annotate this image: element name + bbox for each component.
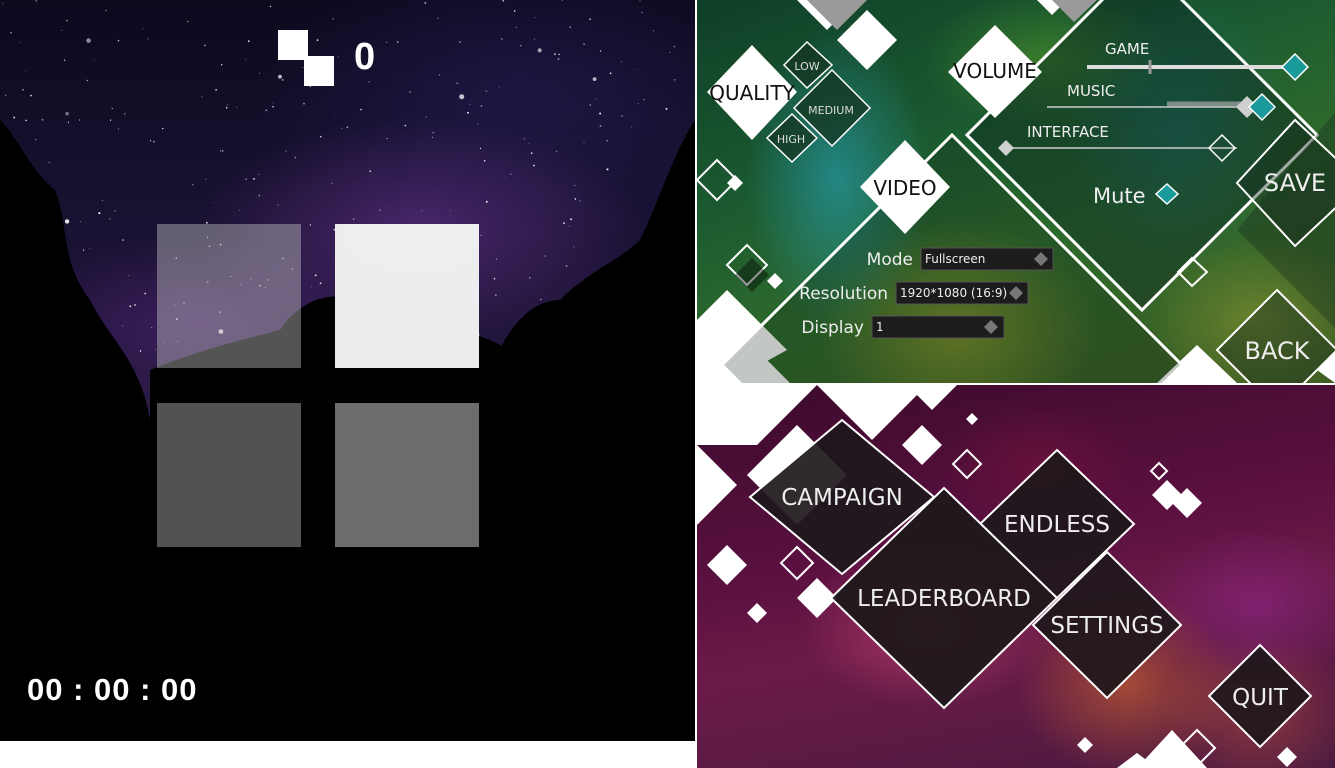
mute-label: Mute [1093, 184, 1146, 208]
game-timer: 00 : 00 : 00 [27, 672, 198, 707]
video-row-resolution[interactable]: Resolution 1920*1080 (16:9) [799, 281, 1029, 305]
endless-button[interactable]: ENDLESS [1004, 512, 1110, 538]
tile-top-left[interactable] [157, 224, 301, 368]
video-resolution-value: 1920*1080 (16:9) [900, 286, 1007, 300]
tree-silhouettes [0, 120, 695, 741]
slider-music-handle[interactable] [1247, 92, 1277, 122]
save-button[interactable]: SAVE [1264, 169, 1326, 197]
video-display-label: Display [801, 318, 864, 338]
tile-bottom-right[interactable] [335, 403, 479, 547]
video-label: VIDEO [873, 176, 936, 200]
slider-interface-handle[interactable] [998, 140, 1014, 156]
slider-interface[interactable]: INTERFACE [998, 123, 1237, 163]
slider-game-label: GAME [1105, 40, 1149, 58]
quality-option-high[interactable]: HIGH [777, 133, 805, 146]
quality-option-medium[interactable]: MEDIUM [808, 104, 854, 117]
tile-top-right[interactable] [335, 224, 479, 368]
menu-quit[interactable]: QUIT [1207, 643, 1313, 749]
video-row-display[interactable]: Display 1 [801, 315, 1005, 339]
slider-interface-label: INTERFACE [1027, 123, 1109, 141]
campaign-button[interactable]: CAMPAIGN [781, 485, 903, 511]
quality-label: QUALITY [709, 81, 795, 105]
settings-button[interactable]: SETTINGS [1050, 613, 1163, 639]
slider-game-handle[interactable] [1280, 52, 1310, 82]
back-button[interactable]: BACK [1245, 337, 1311, 365]
mute-toggle[interactable] [1154, 182, 1180, 206]
score-value: 0 [354, 36, 376, 78]
slider-music-label: MUSIC [1067, 82, 1115, 100]
main-menu-screen: CAMPAIGN ENDLESS LEADERBOARD SETTINGS QU… [697, 385, 1335, 768]
video-mode-label: Mode [867, 250, 913, 270]
leaderboard-button[interactable]: LEADERBOARD [857, 586, 1031, 612]
game-screen: 0 00 : 00 : 00 [0, 0, 695, 741]
video-mode-value: Fullscreen [925, 252, 985, 266]
quality-option-low[interactable]: LOW [794, 60, 819, 73]
quit-button[interactable]: QUIT [1232, 685, 1289, 711]
slider-game[interactable]: GAME [1087, 40, 1310, 82]
settings-screen: QUALITY LOW MEDIUM HIGH VOLUME VIDEO GAM… [697, 0, 1335, 383]
tile-bottom-left[interactable] [157, 403, 301, 547]
tiles-icon [278, 30, 336, 88]
slider-music[interactable]: MUSIC [1047, 82, 1277, 122]
video-resolution-label: Resolution [799, 284, 888, 304]
volume-label: VOLUME [953, 59, 1037, 83]
video-display-value: 1 [876, 320, 884, 334]
video-row-mode[interactable]: Mode Fullscreen [867, 247, 1054, 271]
